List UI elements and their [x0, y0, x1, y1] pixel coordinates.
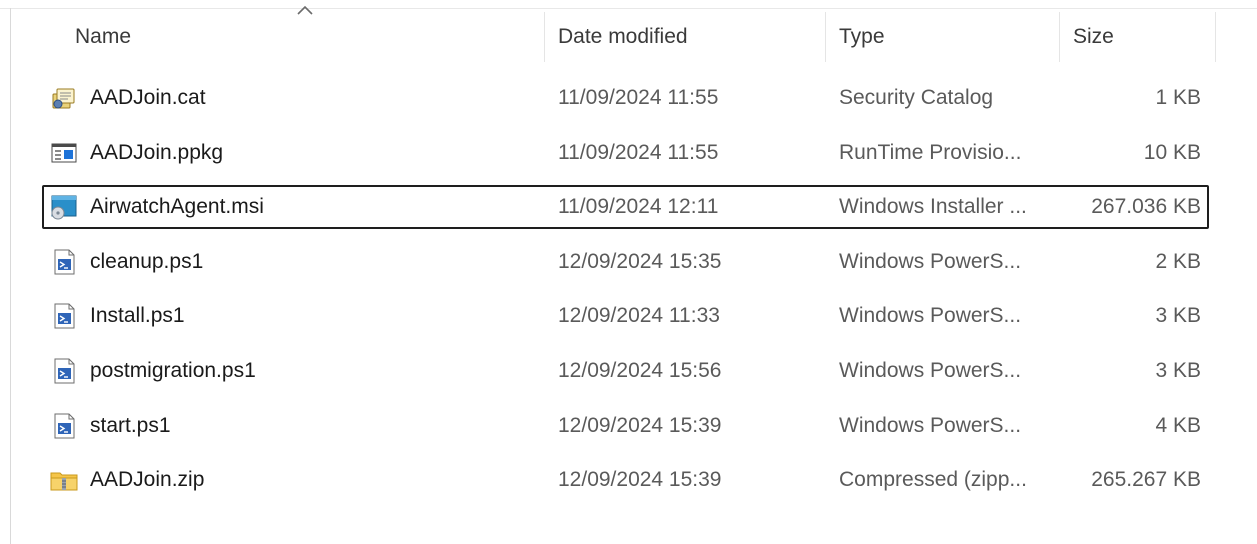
- file-name: AADJoin.cat: [90, 86, 206, 109]
- provisioning-package-icon: [50, 140, 78, 166]
- msi-installer-icon: [50, 194, 78, 220]
- security-catalog-icon: [50, 85, 78, 111]
- file-date-modified: 12/09/2024 15:39: [558, 468, 722, 491]
- file-type: RunTime Provisio...: [839, 141, 1022, 164]
- file-type: Security Catalog: [839, 86, 994, 109]
- file-name: start.ps1: [90, 414, 171, 437]
- file-row[interactable]: AADJoin.cat 11/09/2024 11:55 Security Cata…: [42, 76, 1209, 120]
- column-divider[interactable]: [1215, 12, 1216, 62]
- file-row[interactable]: Install.ps1 12/09/2024 11:33 Windows Power…: [42, 294, 1209, 338]
- sort-caret-up-icon[interactable]: [295, 4, 315, 16]
- file-name: postmigration.ps1: [90, 359, 256, 382]
- file-type: Windows PowerS...: [839, 414, 1022, 437]
- file-row[interactable]: AirwatchAgent.msi 11/09/2024 12:11 Windows…: [42, 185, 1209, 229]
- file-name: Install.ps1: [90, 304, 185, 327]
- file-date-modified: 12/09/2024 15:56: [558, 359, 722, 382]
- file-row[interactable]: cleanup.ps1 12/09/2024 15:35 Windows Power…: [42, 240, 1209, 284]
- file-size: 267.036 KB: [1091, 195, 1201, 218]
- column-header-name[interactable]: Name: [75, 22, 131, 52]
- file-type: Windows PowerS...: [839, 304, 1022, 327]
- powershell-script-icon: [50, 413, 78, 439]
- column-divider[interactable]: [544, 12, 545, 62]
- file-size: 2 KB: [1155, 250, 1201, 273]
- powershell-script-icon: [50, 249, 78, 275]
- zip-folder-icon: [50, 467, 78, 493]
- file-row[interactable]: AADJoin.ppkg 11/09/2024 11:55 RunTime Prov…: [42, 131, 1209, 175]
- powershell-script-icon: [50, 303, 78, 329]
- file-date-modified: 12/09/2024 15:35: [558, 250, 722, 273]
- column-divider[interactable]: [825, 12, 826, 62]
- file-date-modified: 11/09/2024 11:55: [558, 86, 719, 109]
- file-name: AADJoin.zip: [90, 468, 205, 491]
- file-size: 3 KB: [1155, 359, 1201, 382]
- file-type: Compressed (zipp...: [839, 468, 1027, 491]
- file-name: AirwatchAgent.msi: [90, 195, 264, 218]
- column-header-type[interactable]: Type: [839, 22, 885, 52]
- file-type: Windows Installer ...: [839, 195, 1027, 218]
- file-row[interactable]: start.ps1 12/09/2024 15:39 Windows PowerS.…: [42, 404, 1209, 448]
- file-date-modified: 12/09/2024 15:39: [558, 414, 722, 437]
- powershell-script-icon: [50, 358, 78, 384]
- file-size: 10 KB: [1143, 141, 1201, 164]
- file-date-modified: 12/09/2024 11:33: [558, 304, 720, 327]
- list-left-border: [10, 8, 11, 544]
- file-size: 1 KB: [1155, 86, 1201, 109]
- file-type: Windows PowerS...: [839, 250, 1022, 273]
- column-divider[interactable]: [1059, 12, 1060, 62]
- file-size: 3 KB: [1155, 304, 1201, 327]
- file-name: AADJoin.ppkg: [90, 141, 224, 164]
- file-name: cleanup.ps1: [90, 250, 204, 273]
- file-size: 265.267 KB: [1091, 468, 1201, 491]
- column-header-bar: Name Date modified Type Size: [0, 0, 1257, 72]
- file-row[interactable]: AADJoin.zip 12/09/2024 15:39 Compressed (z…: [42, 458, 1209, 502]
- column-header-date-modified[interactable]: Date modified: [558, 22, 688, 52]
- column-header-size[interactable]: Size: [1073, 22, 1114, 52]
- file-date-modified: 11/09/2024 11:55: [558, 141, 719, 164]
- file-row[interactable]: postmigration.ps1 12/09/2024 15:56 Windows…: [42, 349, 1209, 393]
- file-date-modified: 11/09/2024 12:11: [558, 195, 719, 218]
- file-type: Windows PowerS...: [839, 359, 1022, 382]
- file-size: 4 KB: [1155, 414, 1201, 437]
